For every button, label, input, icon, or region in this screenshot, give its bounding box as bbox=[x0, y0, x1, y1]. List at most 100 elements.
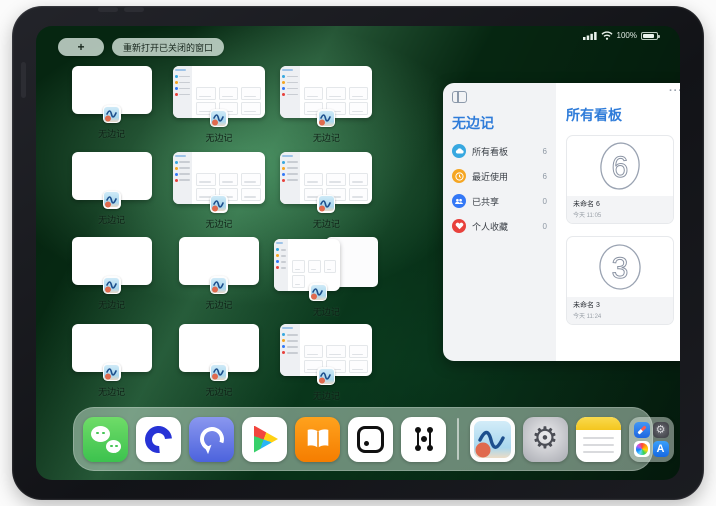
freeform-app-badge-icon bbox=[317, 109, 336, 127]
sidebar-item-shared[interactable]: 已共享 0 bbox=[452, 194, 547, 208]
settings-mini-icon: ⚙ bbox=[652, 421, 669, 438]
battery-percent: 100% bbox=[616, 31, 637, 40]
cloud-icon bbox=[452, 144, 466, 158]
svg-text:3: 3 bbox=[612, 252, 629, 285]
freeform-app-badge-icon bbox=[102, 105, 121, 123]
window-cell: 无边记 bbox=[165, 318, 272, 404]
window-thumbnail[interactable] bbox=[280, 324, 373, 386]
settings-gear-icon[interactable]: ⚙ bbox=[522, 416, 568, 462]
safari-mini-icon bbox=[633, 421, 650, 438]
power-button bbox=[98, 7, 118, 12]
window-cell: 无边记 bbox=[165, 60, 272, 146]
board-sketch-6: 6 bbox=[567, 136, 673, 196]
window-cell: 无边记 bbox=[273, 231, 380, 318]
sidebar-item-count: 0 bbox=[542, 221, 547, 231]
tablet-device-frame: 100% + 重新打开已关闭的窗口 无边记 无边记 无边记 无边记 无边记 无边… bbox=[12, 6, 704, 500]
window-label: 无边记 bbox=[98, 214, 126, 225]
board-card[interactable]: 3 未命名 3 今天 11:24 bbox=[566, 236, 674, 325]
sidebar-toggle-icon[interactable] bbox=[452, 91, 467, 103]
sidebar-item-label: 最近使用 bbox=[472, 171, 509, 182]
window-label: 无边记 bbox=[312, 307, 340, 318]
sidebar-item-label: 个人收藏 bbox=[472, 221, 509, 232]
window-label: 无边记 bbox=[98, 300, 126, 311]
sidebar-item-count: 6 bbox=[542, 146, 547, 156]
freeform-sidebar: 无边记 所有看板 6 最近使用 6 已共享 0 个人收藏 0 bbox=[443, 83, 556, 361]
books-icon[interactable] bbox=[295, 416, 340, 462]
board-date: 今天 11:05 bbox=[573, 213, 602, 219]
window-label: 无边记 bbox=[205, 300, 233, 311]
domino-icon[interactable] bbox=[348, 416, 393, 462]
screen: 100% + 重新打开已关闭的窗口 无边记 无边记 无边记 无边记 无边记 无边… bbox=[36, 26, 680, 480]
cellular-signal-icon bbox=[582, 32, 597, 40]
heart-icon bbox=[452, 219, 466, 233]
quark-browser-icon[interactable] bbox=[136, 416, 181, 462]
window-grid: 无边记 无边记 无边记 无边记 无边记 无边记 无边记 无边记 无边记 无边记 … bbox=[58, 60, 380, 404]
window-label: 无边记 bbox=[312, 218, 340, 229]
new-window-button[interactable]: + bbox=[58, 38, 104, 56]
board-name: 未命名 3 bbox=[573, 302, 600, 309]
window-cell: 无边记 bbox=[273, 60, 380, 146]
window-label: 无边记 bbox=[205, 387, 233, 398]
window-label: 无边记 bbox=[312, 133, 340, 143]
window-cell: 无边记 bbox=[165, 231, 272, 318]
svg-text:6: 6 bbox=[612, 151, 629, 184]
freeform-app-badge-icon bbox=[309, 283, 327, 302]
freeform-icon[interactable] bbox=[469, 416, 515, 462]
freeform-app-badge-icon bbox=[317, 194, 336, 213]
window-cell: 无边记 bbox=[273, 318, 380, 404]
window-cell: 无边记 bbox=[58, 146, 165, 232]
freeform-app-badge-icon bbox=[209, 276, 228, 295]
window-thumbnail[interactable] bbox=[71, 151, 152, 209]
window-thumbnail[interactable] bbox=[178, 237, 259, 295]
graph-nodes-icon[interactable] bbox=[401, 416, 446, 462]
window-thumbnail[interactable] bbox=[71, 237, 152, 295]
reopen-closed-windows-button[interactable]: 重新打开已关闭的窗口 bbox=[112, 38, 225, 56]
sidebar-item-count: 6 bbox=[542, 171, 547, 181]
window-label: 无边记 bbox=[312, 391, 340, 402]
window-thumbnail-pair[interactable] bbox=[274, 237, 379, 302]
status-bar: 100% bbox=[582, 31, 660, 40]
expose-toolbar: + 重新打开已关闭的窗口 bbox=[58, 38, 225, 56]
sidebar-item-all-boards[interactable]: 所有看板 6 bbox=[452, 144, 547, 158]
wechat-icon[interactable] bbox=[83, 416, 128, 462]
freeform-app-badge-icon bbox=[102, 190, 121, 209]
volume-button bbox=[124, 7, 144, 12]
sync-ring-icon[interactable] bbox=[189, 416, 234, 462]
app-market-icon[interactable] bbox=[242, 416, 287, 462]
apps-folder-icon[interactable]: ⚙ A bbox=[628, 416, 674, 462]
sidebar-item-favorites[interactable]: 个人收藏 0 bbox=[452, 219, 547, 233]
window-cell: 无边记 bbox=[165, 146, 272, 232]
window-label: 无边记 bbox=[205, 218, 233, 229]
board-sketch-3: 3 bbox=[567, 237, 673, 297]
battery-icon bbox=[641, 31, 660, 40]
more-options-icon[interactable]: ··· bbox=[669, 85, 680, 97]
side-button bbox=[21, 62, 26, 98]
window-cell: 无边记 bbox=[58, 60, 165, 146]
window-label: 无边记 bbox=[98, 387, 126, 398]
window-thumbnail[interactable] bbox=[280, 66, 373, 127]
window-cell: 无边记 bbox=[58, 318, 165, 404]
freeform-window-preview[interactable]: 无边记 所有看板 6 最近使用 6 已共享 0 个人收藏 0 ·· 所有看板 6… bbox=[443, 83, 680, 361]
window-label: 无边记 bbox=[98, 129, 126, 139]
board-card[interactable]: 6 未命名 6 今天 11:05 bbox=[566, 135, 674, 224]
window-cell: 无边记 bbox=[273, 146, 380, 232]
board-name: 未命名 6 bbox=[573, 201, 600, 208]
sidebar-item-recents[interactable]: 最近使用 6 bbox=[452, 169, 547, 183]
dock: ⚙ ⚙ A bbox=[73, 407, 674, 471]
freeform-app-badge-icon bbox=[209, 194, 228, 213]
sidebar-title: 无边记 bbox=[452, 115, 494, 131]
window-thumbnail[interactable] bbox=[71, 324, 152, 382]
clock-icon bbox=[452, 169, 466, 183]
sidebar-item-count: 0 bbox=[542, 196, 547, 206]
notes-icon[interactable] bbox=[575, 416, 621, 462]
sidebar-item-label: 所有看板 bbox=[472, 146, 509, 157]
window-thumbnail[interactable] bbox=[178, 324, 259, 382]
window-thumbnail[interactable] bbox=[71, 66, 152, 123]
window-thumbnail[interactable] bbox=[172, 66, 265, 127]
photos-mini-icon bbox=[633, 441, 650, 457]
window-thumbnail[interactable] bbox=[280, 151, 373, 213]
window-cell: 无边记 bbox=[58, 231, 165, 318]
board-date: 今天 11:24 bbox=[573, 314, 602, 320]
window-thumbnail[interactable] bbox=[172, 151, 265, 213]
window-label: 无边记 bbox=[205, 133, 233, 143]
